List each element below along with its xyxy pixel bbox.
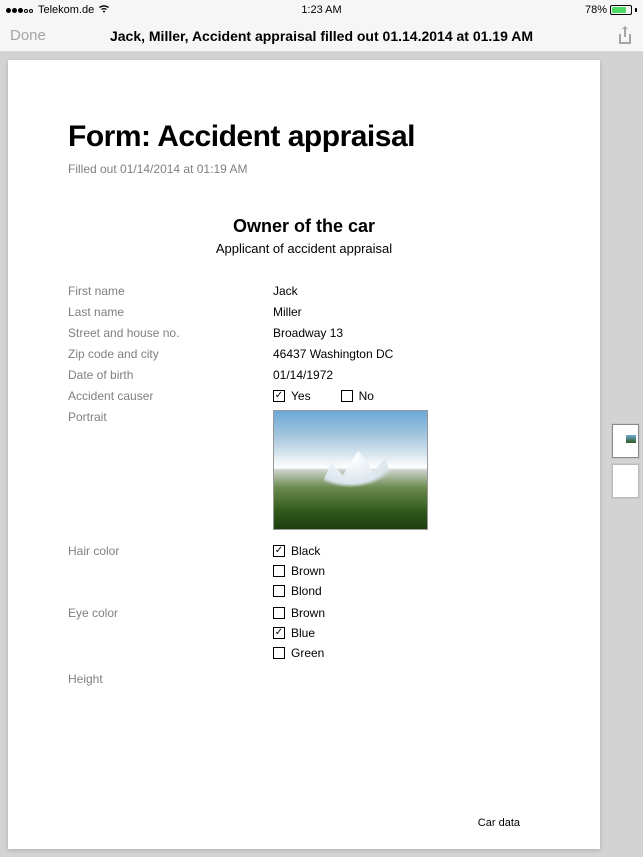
checkbox-icon — [273, 647, 285, 659]
checkbox-label: No — [359, 389, 374, 403]
value-zip-city: 46437 Washington DC — [273, 347, 540, 361]
checkbox-option: Brown — [273, 606, 540, 620]
label-accident-causer: Accident causer — [68, 389, 273, 403]
carrier-label: Telekom.de — [38, 4, 94, 16]
nav-bar: Done Jack, Miller, Accident appraisal fi… — [0, 20, 643, 52]
form-title: Form: Accident appraisal — [68, 120, 540, 154]
done-button[interactable]: Done — [10, 27, 46, 44]
checkbox-icon — [273, 607, 285, 619]
thumbnail-page-1[interactable] — [612, 424, 639, 458]
checkbox-icon — [273, 585, 285, 597]
footer-car-data: Car data — [68, 817, 540, 829]
checkbox-icon — [341, 390, 353, 402]
wifi-icon — [98, 4, 110, 16]
label-first-name: First name — [68, 284, 273, 298]
status-bar: Telekom.de 1:23 AM 78% — [0, 0, 643, 20]
checkbox-accident-no: No — [341, 389, 374, 403]
eye-options: Brown ✓ Blue Green — [273, 606, 540, 660]
checkbox-icon: ✓ — [273, 545, 285, 557]
label-last-name: Last name — [68, 305, 273, 319]
thumbnail-page-2[interactable] — [612, 464, 639, 498]
checkbox-label: Black — [291, 544, 320, 558]
share-button[interactable] — [617, 26, 633, 46]
label-height: Height — [68, 672, 273, 686]
checkbox-option: ✓ Black — [273, 544, 540, 558]
checkbox-icon: ✓ — [273, 627, 285, 639]
checkbox-label: Brown — [291, 564, 325, 578]
portrait-image — [273, 410, 428, 530]
value-last-name: Miller — [273, 305, 540, 319]
checkbox-label: Brown — [291, 606, 325, 620]
label-eye: Eye color — [68, 606, 273, 620]
battery-icon — [610, 5, 632, 15]
checkbox-option: Green — [273, 646, 540, 660]
battery-pct-label: 78% — [585, 4, 607, 16]
share-icon — [617, 26, 633, 46]
page-thumbnails — [608, 420, 643, 502]
checkbox-label: Green — [291, 646, 324, 660]
hair-options: ✓ Black Brown Blond — [273, 544, 540, 598]
checkbox-option: Brown — [273, 564, 540, 578]
section-title: Owner of the car — [68, 216, 540, 237]
checkbox-label: Blond — [291, 584, 322, 598]
document-page: Form: Accident appraisal Filled out 01/1… — [8, 60, 600, 849]
checkbox-option: ✓ Blue — [273, 626, 540, 640]
checkbox-label: Blue — [291, 626, 315, 640]
label-street: Street and house no. — [68, 326, 273, 340]
clock-label: 1:23 AM — [216, 4, 426, 16]
checkbox-label: Yes — [291, 389, 311, 403]
form-subtitle: Filled out 01/14/2014 at 01:19 AM — [68, 162, 540, 176]
checkbox-accident-yes: ✓ Yes — [273, 389, 311, 403]
checkbox-icon — [273, 565, 285, 577]
workspace: Form: Accident appraisal Filled out 01/1… — [0, 52, 643, 857]
section-subtitle: Applicant of accident appraisal — [68, 241, 540, 256]
checkbox-icon: ✓ — [273, 390, 285, 402]
value-dob: 01/14/1972 — [273, 368, 540, 382]
label-hair: Hair color — [68, 544, 273, 558]
nav-title: Jack, Miller, Accident appraisal filled … — [0, 28, 643, 44]
signal-strength-icon — [6, 4, 34, 16]
value-street: Broadway 13 — [273, 326, 540, 340]
label-portrait: Portrait — [68, 410, 273, 424]
label-zip-city: Zip code and city — [68, 347, 273, 361]
value-first-name: Jack — [273, 284, 540, 298]
document-viewport[interactable]: Form: Accident appraisal Filled out 01/1… — [0, 52, 608, 857]
label-dob: Date of birth — [68, 368, 273, 382]
checkbox-option: Blond — [273, 584, 540, 598]
